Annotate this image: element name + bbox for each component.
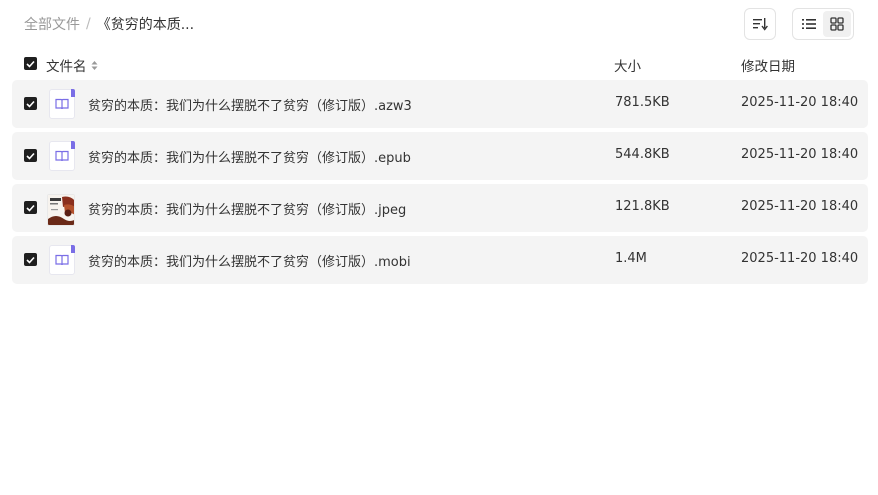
row-checkbox[interactable]: [24, 253, 37, 266]
file-size: 781.5KB: [615, 95, 670, 110]
checkmark-icon: [26, 152, 35, 160]
ebook-file-icon: [49, 89, 75, 119]
checkmark-icon: [26, 256, 35, 264]
row-checkbox[interactable]: [24, 201, 37, 214]
ebook-file-icon: [49, 245, 75, 275]
list-view-button[interactable]: [795, 11, 823, 37]
column-header-date[interactable]: 修改日期: [741, 55, 795, 75]
checkmark-icon: [26, 100, 35, 108]
row-checkbox[interactable]: [24, 97, 37, 110]
file-date: 2025-11-20 18:40: [741, 199, 859, 214]
file-name[interactable]: 贫穷的本质：我们为什么摆脱不了贫穷（修订版）.azw3: [88, 95, 412, 114]
file-date: 2025-11-20 18:40: [741, 147, 859, 162]
top-bar: 全部文件 / 《贫穷的本质...: [0, 0, 878, 48]
file-date: 2025-11-20 18:40: [741, 251, 859, 266]
column-header-size[interactable]: 大小: [614, 55, 641, 75]
file-date: 2025-11-20 18:40: [741, 95, 859, 110]
checkmark-icon: [26, 60, 35, 68]
table-header: 文件名 大小 修改日期: [12, 50, 868, 78]
column-header-name[interactable]: 文件名: [46, 55, 98, 75]
file-name[interactable]: 贫穷的本质：我们为什么摆脱不了贫穷（修订版）.jpeg: [88, 199, 406, 218]
select-all-checkbox[interactable]: [24, 57, 37, 70]
file-name[interactable]: 贫穷的本质：我们为什么摆脱不了贫穷（修订版）.epub: [88, 147, 411, 166]
table-row[interactable]: 贫穷的本质：我们为什么摆脱不了贫穷（修订版）.azw3 781.5KB 2025…: [12, 80, 868, 128]
table-row[interactable]: 贫穷的本质：我们为什么摆脱不了贫穷（修订版）.epub 544.8KB 2025…: [12, 132, 868, 180]
breadcrumb-separator: /: [86, 16, 91, 32]
breadcrumb: 全部文件 / 《贫穷的本质...: [24, 14, 194, 34]
image-thumbnail: [47, 194, 75, 226]
ebook-file-icon: [49, 141, 75, 171]
table-row[interactable]: 贫穷的本质：我们为什么摆脱不了贫穷（修订版）.jpeg 121.8KB 2025…: [12, 184, 868, 232]
view-toggle: [792, 8, 854, 40]
breadcrumb-root-link[interactable]: 全部文件: [24, 14, 80, 34]
table-row[interactable]: 贫穷的本质：我们为什么摆脱不了贫穷（修订版）.mobi 1.4M 2025-11…: [12, 236, 868, 284]
file-size: 121.8KB: [615, 199, 670, 214]
grid-view-button[interactable]: [823, 11, 851, 37]
file-size: 544.8KB: [615, 147, 670, 162]
column-header-name-label: 文件名: [46, 59, 87, 75]
file-size: 1.4M: [615, 251, 647, 266]
sort-caret-icon[interactable]: [91, 60, 98, 71]
grid-view-icon: [830, 17, 844, 31]
sort-button[interactable]: [744, 8, 776, 40]
checkmark-icon: [26, 204, 35, 212]
breadcrumb-current: 《贫穷的本质...: [96, 17, 195, 33]
row-checkbox[interactable]: [24, 149, 37, 162]
list-view-icon: [802, 19, 816, 29]
sort-descending-icon: [753, 18, 768, 31]
file-name[interactable]: 贫穷的本质：我们为什么摆脱不了贫穷（修订版）.mobi: [88, 251, 411, 270]
